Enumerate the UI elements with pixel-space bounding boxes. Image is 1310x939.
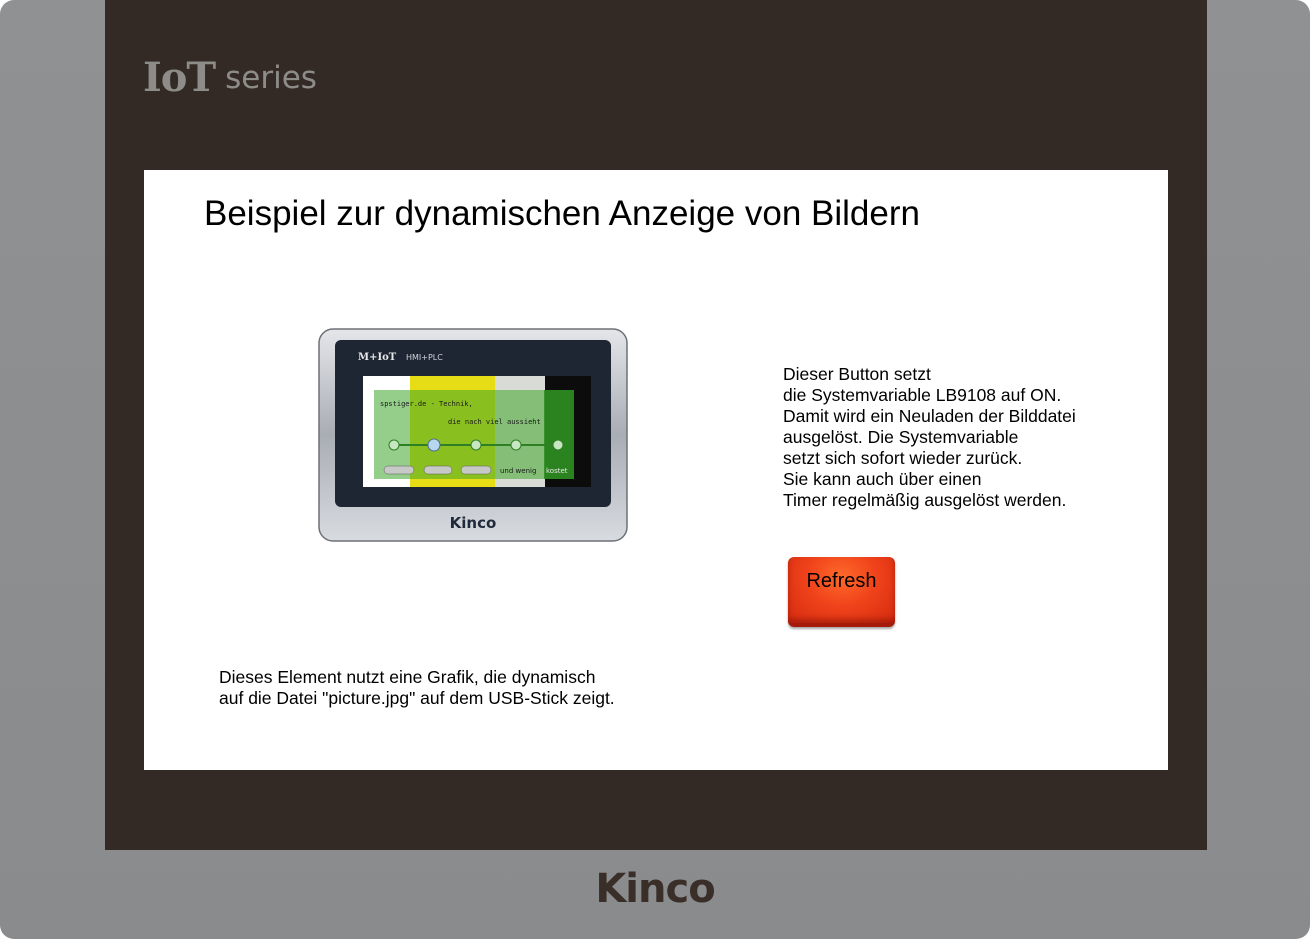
refresh-button-label: Refresh bbox=[806, 570, 877, 592]
refresh-description: Dieser Button setzt die Systemvariable L… bbox=[783, 364, 1076, 510]
iot-logo-series: series bbox=[225, 59, 317, 96]
hmi-screen: Beispiel zur dynamischen Anzeige von Bil… bbox=[144, 170, 1168, 770]
image-inner-bottom-text2: kostet bbox=[546, 467, 568, 475]
kinco-brand-logo: Kinco bbox=[595, 866, 715, 912]
iot-logo-mark: IoT bbox=[143, 54, 216, 101]
image-inner-line1: spstiger.de - Technik, bbox=[380, 400, 473, 408]
image-brand-label: Kinco bbox=[450, 514, 497, 532]
iot-series-logo: IoT series bbox=[143, 52, 317, 104]
page-title: Beispiel zur dynamischen Anzeige von Bil… bbox=[204, 194, 920, 233]
image-inner-line2: die nach viel aussieht bbox=[448, 418, 541, 426]
image-inner-bottom-text: und wenig bbox=[500, 467, 536, 475]
hmi-device-frame: IoT series Beispiel zur dynamischen Anze… bbox=[0, 0, 1310, 939]
image-top-label: M+IoT bbox=[358, 352, 397, 363]
refresh-button[interactable]: Refresh bbox=[788, 557, 895, 627]
dynamic-picture: M+IoT HMI+PLC spstiger.de - Technik, die… bbox=[318, 328, 628, 542]
image-top-sublabel: HMI+PLC bbox=[406, 353, 443, 362]
picture-description: Dieses Element nutzt eine Grafik, die dy… bbox=[219, 667, 615, 708]
